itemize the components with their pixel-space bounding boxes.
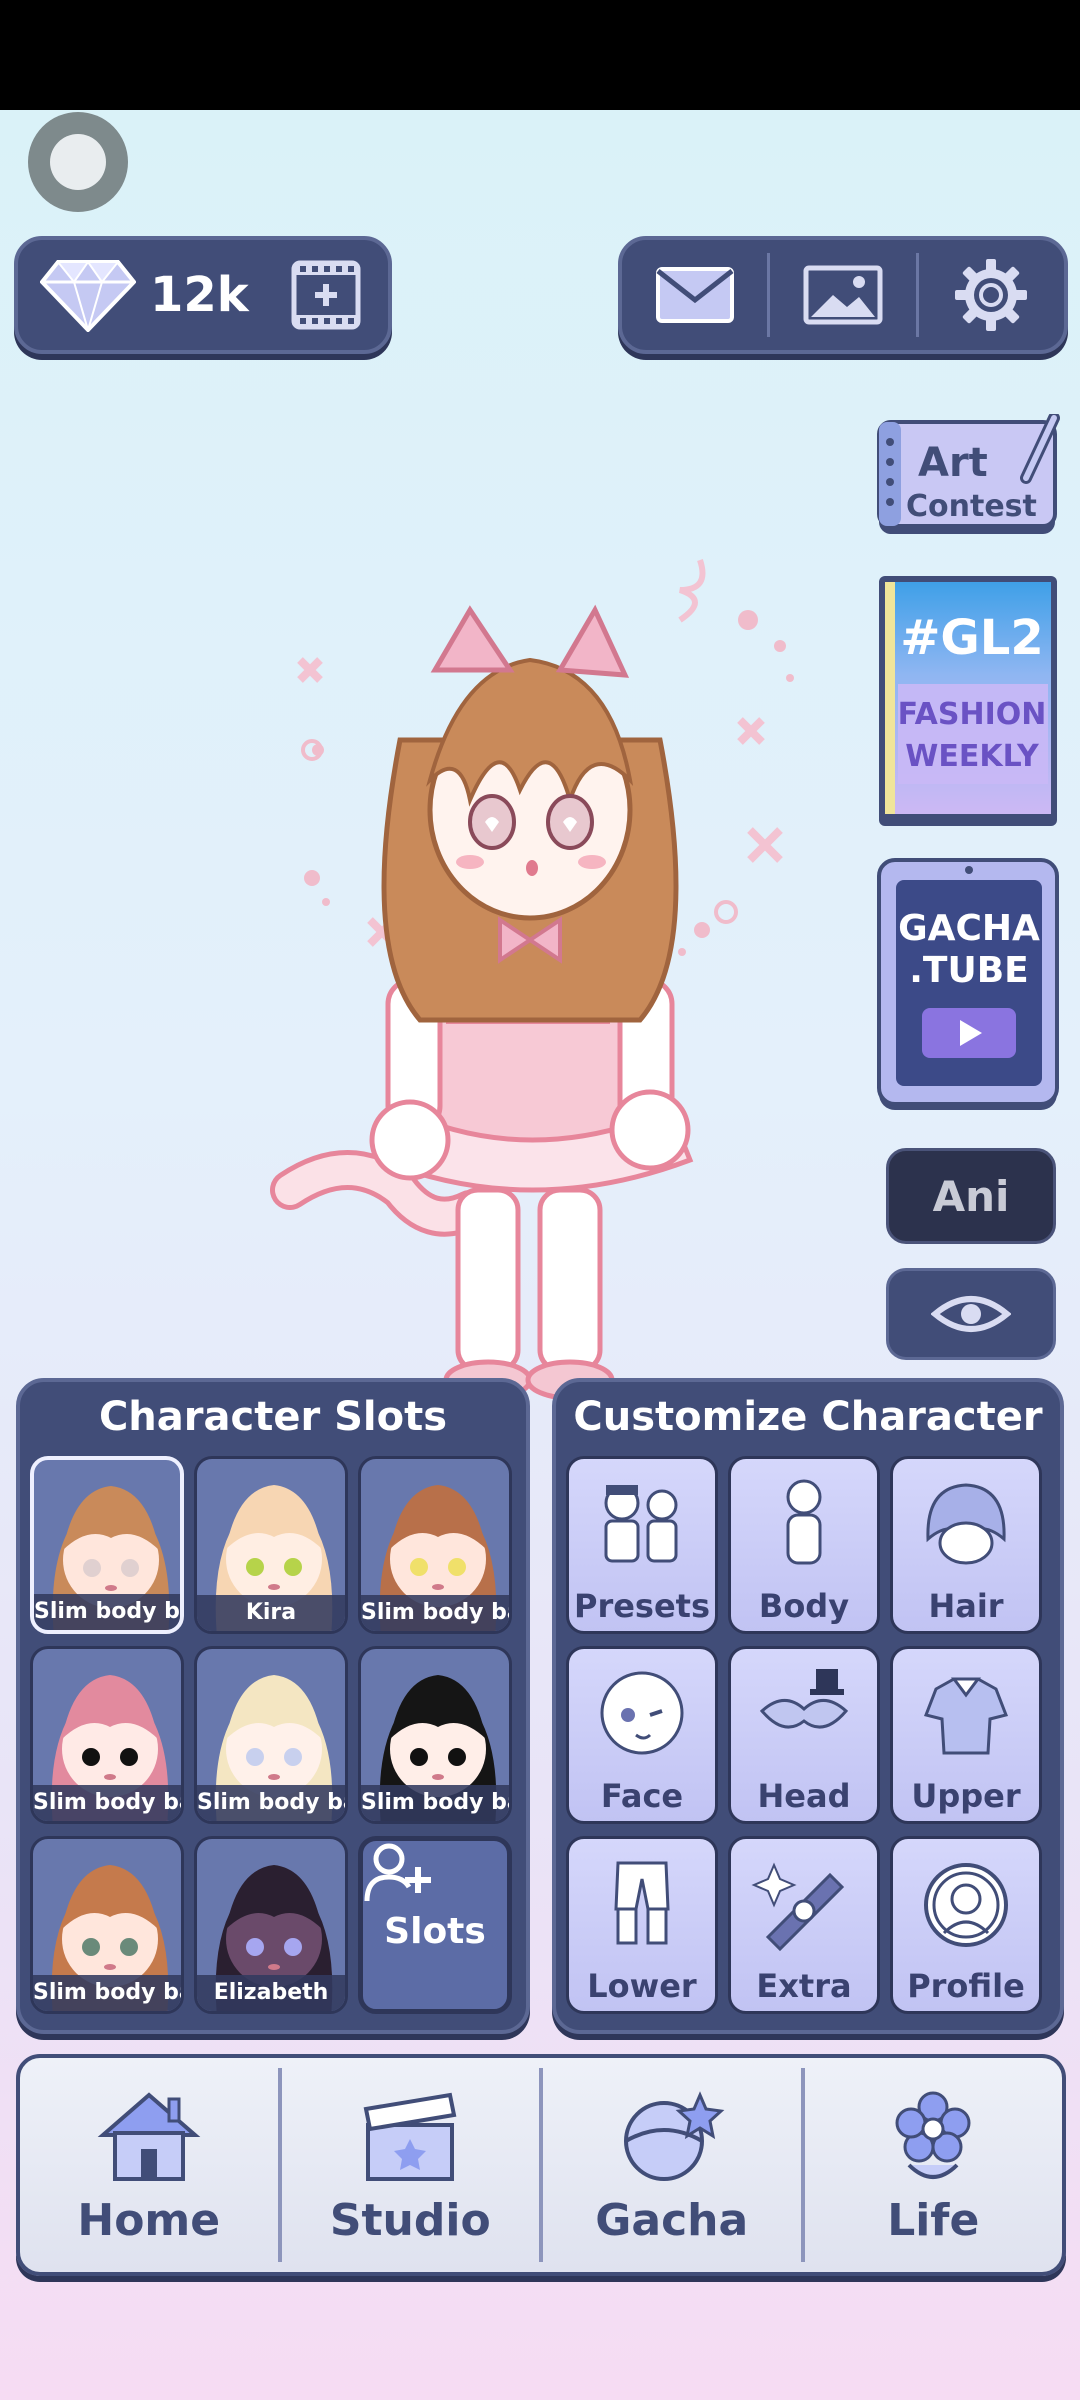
status-bar (0, 0, 1080, 110)
customize-body-button[interactable]: Body (728, 1456, 880, 1634)
character-slot-label: Slim body bas (34, 1594, 180, 1630)
customize-character-panel: Customize Character Presets Body Hair Face H… (552, 1378, 1064, 2034)
character-slot[interactable]: Slim body bas (30, 1836, 184, 2014)
image-icon (803, 265, 883, 325)
body-icon (786, 1479, 822, 1565)
customize-upper-button[interactable]: Upper (890, 1646, 1042, 1824)
character-preview[interactable] (270, 550, 810, 1400)
character-slots-title: Character Slots (98, 1394, 448, 1440)
watch-ad-film-icon[interactable] (290, 259, 362, 331)
tube-line1: GACHA (898, 908, 1040, 949)
bottom-navigation: Home Studio Gacha Life (16, 2054, 1066, 2276)
lower-icon (614, 1861, 670, 1945)
gacha-tube-button[interactable]: GACHA .TUBE (876, 858, 1062, 1114)
gallery-button[interactable] (770, 240, 915, 350)
customize-label: Face (600, 1777, 684, 1815)
customize-head-button[interactable]: Head (728, 1646, 880, 1824)
customize-character-title: Customize Character (573, 1394, 1043, 1440)
customize-label: Lower (587, 1967, 697, 2005)
nav-home[interactable]: Home (20, 2058, 278, 2272)
gem-icon (40, 260, 136, 332)
add-slots-label: Slots (384, 1910, 486, 1952)
gl2-tag: #GL2 (900, 610, 1044, 666)
extra-icon (751, 1862, 845, 1952)
character-slot[interactable]: Kira (194, 1456, 348, 1634)
customize-label: Extra (756, 1967, 852, 2005)
customize-label: Head (757, 1777, 851, 1815)
art-contest-line1: Art (918, 440, 988, 486)
customize-hair-button[interactable]: Hair (890, 1456, 1042, 1634)
head-icon (759, 1669, 849, 1729)
customize-label: Upper (911, 1777, 1021, 1815)
flower-icon (895, 2091, 971, 2179)
customize-label: Presets (573, 1587, 711, 1625)
character-slot-label: Kira (197, 1595, 345, 1631)
add-slots-button[interactable]: Slots (358, 1836, 512, 2014)
character-slot[interactable]: Slim body bas (358, 1646, 512, 1824)
character-slot-label: Slim body bas (361, 1785, 509, 1821)
character-slot[interactable]: Slim body bas (194, 1646, 348, 1824)
profile-icon (924, 1863, 1008, 1947)
nav-label: Gacha (595, 2194, 749, 2246)
character-slot-label: Slim body bas (33, 1785, 181, 1821)
customize-label: Profile (907, 1967, 1025, 2005)
character-slot[interactable]: Slim body bas (30, 1456, 184, 1634)
gl2-fashion-weekly-button[interactable]: #GL2 FASHION WEEKLY (876, 574, 1062, 830)
tube-line2: .TUBE (909, 950, 1029, 991)
top-toolbar (618, 236, 1068, 354)
character-slot-label: Slim body bas (197, 1785, 345, 1821)
mail-icon (655, 267, 734, 323)
house-icon (97, 2091, 201, 2181)
gl2-line2: WEEKLY (905, 739, 1040, 774)
customize-lower-button[interactable]: Lower (566, 1836, 718, 2014)
add-user-icon (364, 1843, 431, 1902)
ani-button[interactable]: Ani (886, 1148, 1056, 1244)
customize-extra-button[interactable]: Extra (728, 1836, 880, 2014)
clapperboard-icon (363, 2092, 457, 2181)
nav-label: Studio (329, 2194, 491, 2246)
customize-presets-button[interactable]: Presets (566, 1456, 718, 1634)
nav-life[interactable]: Life (805, 2058, 1063, 2272)
nav-label: Life (887, 2194, 980, 2246)
presets-icon (604, 1485, 678, 1563)
character-slot-label: Slim body bas (33, 1975, 181, 2011)
gear-icon (955, 259, 1028, 331)
upper-icon (923, 1677, 1009, 1755)
nav-label: Home (77, 2194, 221, 2246)
mail-button[interactable] (622, 240, 767, 350)
character-slot-label: Elizabeth (197, 1975, 345, 2011)
character-slot-label: Slim body bas (361, 1595, 509, 1631)
eye-icon (931, 1296, 1011, 1332)
character-slot[interactable]: Slim body bas (30, 1646, 184, 1824)
currency-panel: 12k (14, 236, 392, 354)
customize-profile-button[interactable]: Profile (890, 1836, 1042, 2014)
customize-label: Body (758, 1587, 850, 1625)
art-contest-button[interactable]: Art Contest (876, 412, 1062, 540)
character-slot[interactable]: Elizabeth (194, 1836, 348, 2014)
character-slots-grid: Slim body bas Kira Slim body bas Slim body … (30, 1456, 516, 2014)
gl2-line1: FASHION (898, 697, 1047, 732)
character-slot[interactable]: Slim body bas (358, 1456, 512, 1634)
settings-button[interactable] (919, 240, 1064, 350)
character-slots-panel: Character Slots Slim body basKiraSlim bo… (16, 1378, 530, 2034)
nav-gacha[interactable]: Gacha (543, 2058, 801, 2272)
art-contest-line2: Contest (906, 489, 1037, 524)
nav-studio[interactable]: Studio (282, 2058, 540, 2272)
toggle-visibility-button[interactable] (886, 1268, 1056, 1360)
customize-grid: Presets Body Hair Face Head Upper Lower Extra Pr… (566, 1456, 1050, 2014)
hair-icon (926, 1483, 1006, 1565)
customize-face-button[interactable]: Face (566, 1646, 718, 1824)
gacha-orb-icon (623, 2090, 725, 2181)
face-icon (600, 1671, 684, 1755)
record-indicator-icon[interactable] (28, 112, 128, 212)
gem-count: 12k (150, 267, 249, 323)
customize-label: Hair (928, 1587, 1004, 1625)
